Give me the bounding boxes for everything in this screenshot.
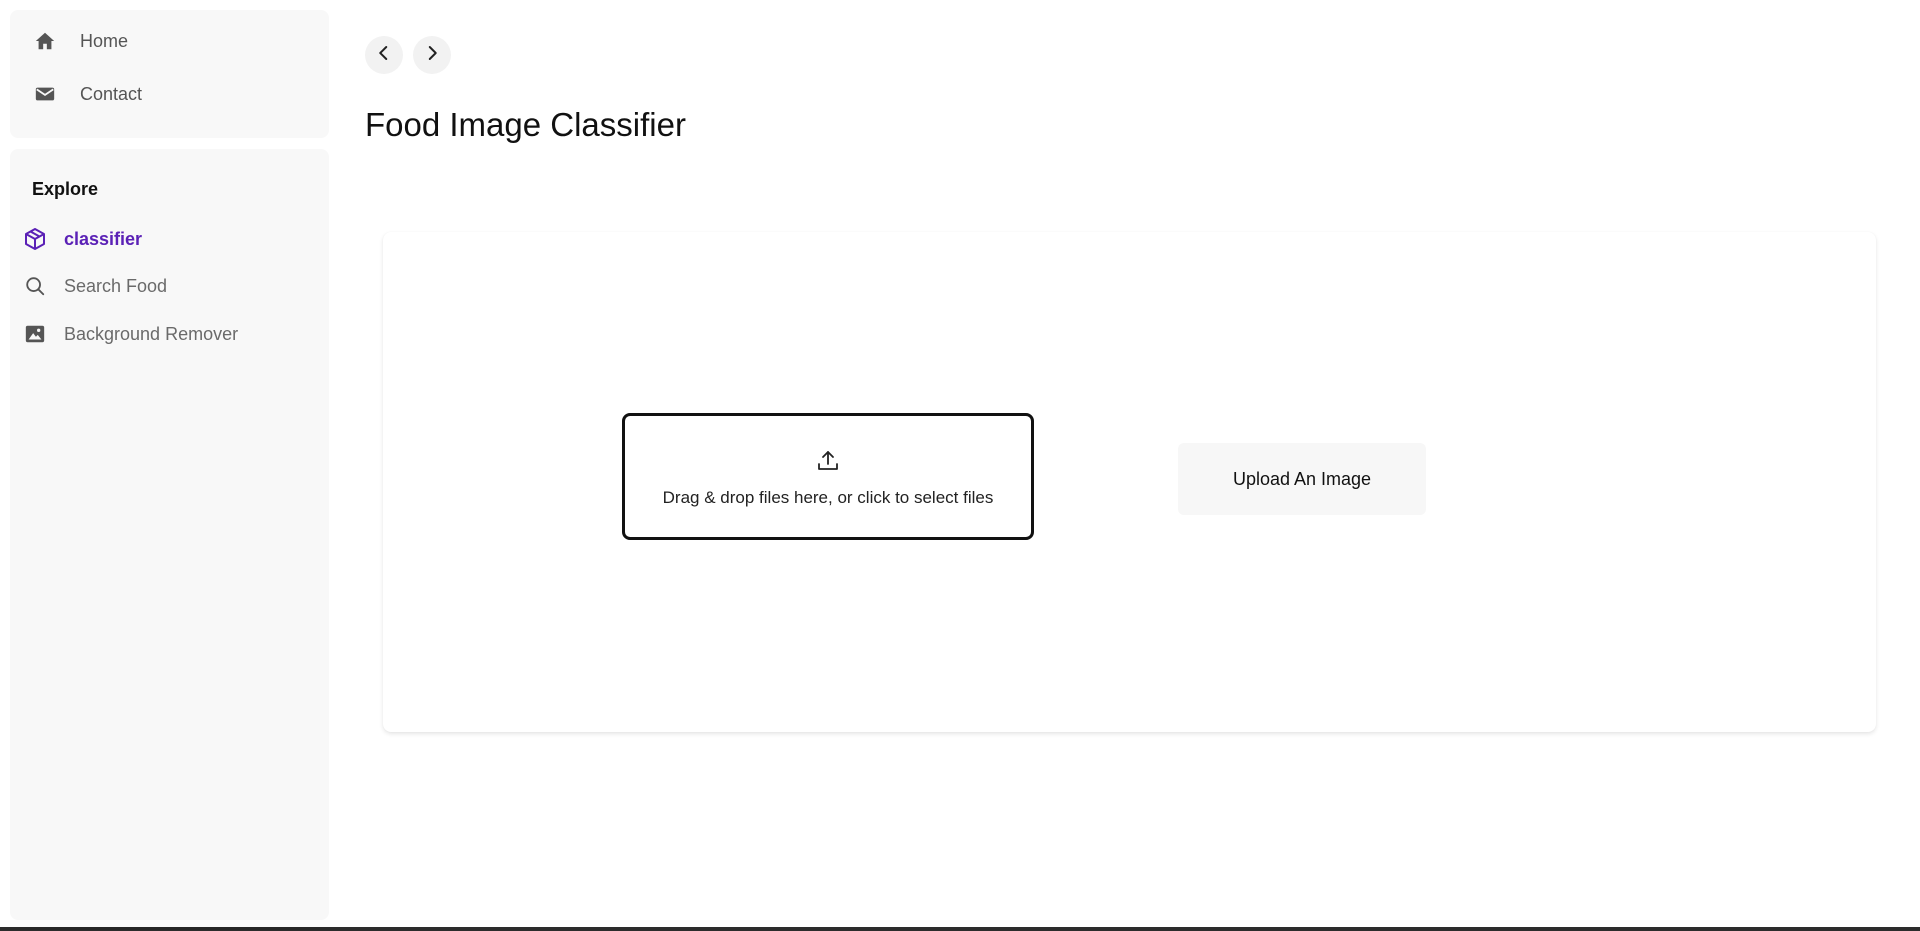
page-title: Food Image Classifier	[365, 106, 686, 143]
sidebar-item-label: Search Food	[64, 275, 168, 296]
mail-icon	[32, 81, 58, 107]
sidebar-item-background-remover[interactable]: Background Remover	[22, 319, 238, 349]
nav-contact-label: Contact	[80, 83, 143, 104]
upload-image-button[interactable]: Upload An Image	[1178, 443, 1426, 515]
sidebar-item-classifier[interactable]: classifier	[22, 224, 142, 254]
nav-contact[interactable]: Contact	[10, 66, 329, 122]
sidebar-explore-panel: Explore classifier Search Food Backgroun…	[10, 149, 329, 920]
home-icon	[32, 28, 58, 54]
dropzone-text: Drag & drop files here, or click to sele…	[662, 488, 994, 507]
sidebar-item-label: Background Remover	[64, 323, 239, 344]
upload-icon	[816, 449, 840, 478]
box-icon	[22, 226, 48, 252]
nav-home-label: Home	[80, 30, 129, 51]
sidebar-top-panel: Home Contact	[10, 10, 329, 138]
forward-button[interactable]	[413, 36, 451, 74]
nav-home[interactable]: Home	[10, 16, 329, 66]
back-button[interactable]	[365, 36, 403, 74]
chevron-right-icon	[423, 44, 441, 67]
classifier-card: Drag & drop files here, or click to sele…	[383, 232, 1876, 732]
explore-section-title: Explore	[32, 179, 99, 199]
bottom-edge-strip	[0, 927, 1920, 931]
file-dropzone[interactable]: Drag & drop files here, or click to sele…	[622, 413, 1034, 540]
image-icon	[22, 321, 48, 347]
sidebar-item-search-food[interactable]: Search Food	[22, 271, 167, 301]
search-icon	[22, 273, 48, 299]
chevron-left-icon	[375, 44, 393, 67]
sidebar-item-label: classifier	[64, 228, 143, 249]
